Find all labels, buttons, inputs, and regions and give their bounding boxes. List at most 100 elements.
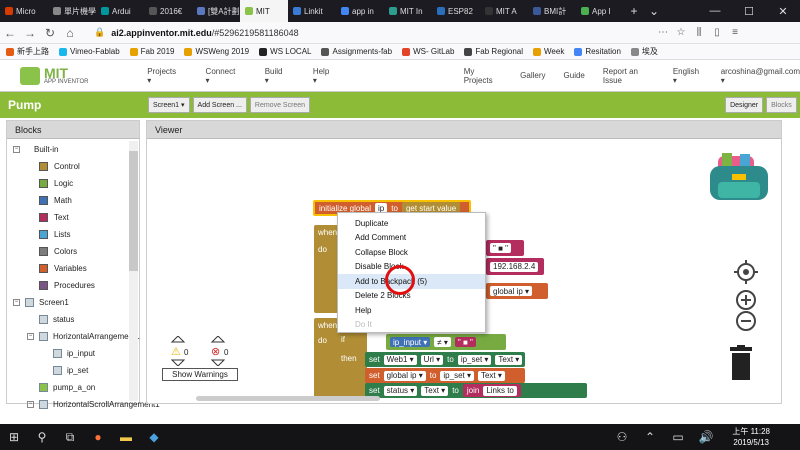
tree-component-horizontalscrollarrangement[interactable]: − HorizontalScrollArrangement1 [13,396,160,413]
bookmark-item[interactable]: Resitation [574,47,621,56]
bookmark-item[interactable]: 埃及 [630,46,658,57]
workspace-horizontal-scrollbar[interactable] [196,396,380,401]
zoom-in-icon[interactable] [735,289,757,311]
browser-tab[interactable]: Micro [0,0,48,22]
ip-set-dropdown-2[interactable]: ip_set ▾ [440,370,474,381]
show-warnings-button[interactable]: Show Warnings [162,368,238,381]
when-event-block-2[interactable]: when do [314,318,338,400]
designer-button[interactable]: Designer [725,97,764,113]
tree-category-colors[interactable]: Colors [13,243,139,260]
library-icon[interactable]: ⫼ [690,27,708,38]
bookmark-item[interactable]: WSWeng 2019 [184,47,249,56]
new-tab-icon[interactable]: + [624,4,644,18]
collapse-icon[interactable]: − [13,299,20,306]
tree-category-variables[interactable]: Variables [13,260,139,277]
text-dropdown-2[interactable]: Text ▾ [477,370,505,381]
home-icon[interactable]: ⌂ [60,26,80,40]
menu-gallery[interactable]: Gallery [520,71,545,80]
text-block-ip[interactable]: 192.168.2.4 [486,258,544,275]
browser-tab[interactable]: [雙A計劃 [192,0,240,22]
volume-icon[interactable]: 🔊 [692,424,720,450]
ip-input-dropdown[interactable]: ip_input ▾ [390,337,431,347]
forward-icon[interactable]: → [20,26,40,40]
browser-tab[interactable]: BMI計 [528,0,576,22]
browser-tab[interactable]: 2016€ [144,0,192,22]
task-view-icon[interactable]: ⧉ [56,424,84,450]
zoom-out-icon[interactable] [735,310,757,332]
menu-my-projects[interactable]: My Projects [464,67,502,85]
tree-category-control[interactable]: Control [13,158,139,175]
compare-block[interactable]: ip_input ▾ ≠ ▾ " ■ " [386,334,506,350]
when-event-block[interactable]: when do [314,225,338,313]
close-icon[interactable]: ✕ [766,5,800,18]
menu-connect[interactable]: Connect ▾ [206,67,239,85]
tree-category-lists[interactable]: Lists [13,226,139,243]
browser-tab[interactable]: App I [576,0,624,22]
chevron-up-icon[interactable]: ⌃ [636,424,664,450]
set-global-ip-block[interactable]: set global ip ▾ to ip_set ▾ Text ▾ [365,368,525,383]
backpack-icon[interactable] [706,152,772,202]
maximize-icon[interactable]: ☐ [732,5,766,18]
network-icon[interactable]: ▭ [664,424,692,450]
menu-language[interactable]: English ▾ [673,67,703,85]
menu-delete-blocks[interactable]: Delete 2 Blocks [338,289,485,304]
menu-report-issue[interactable]: Report an Issue [603,67,655,85]
browser-tab[interactable]: MIT In [384,0,432,22]
blocks-panel-scrollbar[interactable] [129,141,138,401]
tree-category-text[interactable]: Text [13,209,139,226]
bookmark-item[interactable]: Fab Regional [464,47,523,56]
join-block[interactable]: join Links to [462,384,521,397]
tree-category-logic[interactable]: Logic [13,175,139,192]
menu-help[interactable]: Help ▾ [313,67,334,85]
blocks-button[interactable]: Blocks [766,97,797,113]
page-actions-icon[interactable]: ⋯ [654,27,672,38]
tree-component-ip-input[interactable]: ip_input [13,345,139,362]
collapse-icon[interactable]: − [27,401,34,408]
bookmark-star-icon[interactable]: ☆ [672,27,690,38]
address-bar[interactable]: 🔒 ai2.appinventor.mit.edu/#5296219581186… [94,25,654,41]
back-icon[interactable]: ← [0,26,20,40]
screen-select-button[interactable]: Screen1 ▾ [148,97,190,113]
text-field[interactable]: " ■ " [490,243,511,253]
menu-do-it[interactable]: Do It [338,318,485,333]
global-ip-var-dropdown[interactable]: global ip ▾ [383,370,426,381]
bookmark-item[interactable]: WS LOCAL [259,47,311,56]
bookmark-item[interactable]: Assignments-fab [321,47,392,56]
browser-tab[interactable]: app in [336,0,384,22]
bookmark-item[interactable]: Week [533,47,564,56]
reload-icon[interactable]: ↻ [40,26,60,40]
windows-start-icon[interactable]: ⊞ [0,424,28,450]
search-icon[interactable]: ⚲ [28,424,56,450]
browser-tab[interactable]: Linkit [288,0,336,22]
tree-category-procedures[interactable]: Procedures [13,277,139,294]
taskbar-clock[interactable]: 上午 11:28 2019/5/13 [732,426,770,448]
bookmark-item[interactable]: Vimeo-Fablab [59,47,120,56]
menu-duplicate[interactable]: Duplicate [338,216,485,231]
browser-tab[interactable]: ESP82 [432,0,480,22]
tree-builtin[interactable]: − Built-in [13,141,139,158]
file-explorer-icon[interactable]: ▬ [112,424,140,450]
trash-icon[interactable] [728,345,754,381]
browser-tab[interactable]: Ardui [96,0,144,22]
neq-dropdown[interactable]: ≠ ▾ [434,337,451,347]
browser-tab-active[interactable]: MIT [240,0,288,22]
web1-dropdown[interactable]: Web1 ▾ [383,354,417,365]
text-dropdown-3[interactable]: Text ▾ [421,385,449,396]
empty-text-slot[interactable]: " ■ " [454,337,476,347]
menu-collapse-block[interactable]: Collapse Block [338,245,485,260]
ip-set-dropdown[interactable]: ip_set ▾ [457,354,492,365]
menu-guide[interactable]: Guide [564,71,585,80]
tree-category-math[interactable]: Math [13,192,139,209]
menu-account[interactable]: arcoshina@gmail.com ▾ [721,67,800,85]
get-global-ip-block[interactable]: global ip ▾ [486,283,548,299]
status-dropdown[interactable]: status ▾ [383,385,418,396]
tab-list-icon[interactable]: ⌄ [644,4,664,18]
text-block[interactable]: " ■ " [486,240,524,256]
bookmark-item[interactable]: Fab 2019 [129,47,174,56]
tree-component-horizontalarrangement[interactable]: − HorizontalArrangement1 [13,328,140,345]
menu-build[interactable]: Build ▾ [265,67,287,85]
tree-screen1[interactable]: − Screen1 [13,294,139,311]
global-ip-dropdown[interactable]: global ip ▾ [490,286,533,296]
minimize-icon[interactable]: — [698,5,732,17]
remove-screen-button[interactable]: Remove Screen [249,97,311,113]
